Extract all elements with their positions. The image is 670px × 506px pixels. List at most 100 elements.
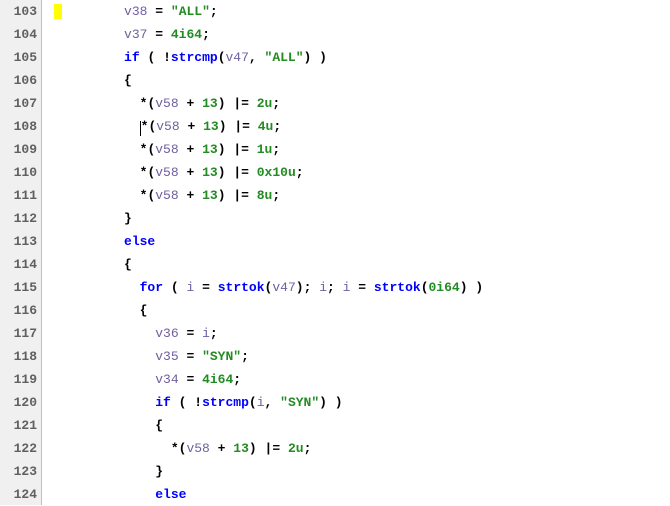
code-line[interactable]: v35 = "SYN"; — [46, 345, 670, 368]
token-sp — [249, 96, 257, 111]
line-number: 103 — [4, 0, 37, 23]
token-sp — [171, 395, 179, 410]
line-number: 121 — [4, 414, 37, 437]
line-number: 107 — [4, 92, 37, 115]
code-line[interactable]: *(v58 + 13) |= 0x10u; — [46, 161, 670, 184]
token-op: * — [171, 441, 179, 456]
line-number-gutter: 1031041051061071081091101111121131141151… — [0, 0, 42, 505]
token-sp — [249, 188, 257, 203]
code-line[interactable]: v36 = i; — [46, 322, 670, 345]
token-op: = — [155, 27, 163, 42]
line-number: 110 — [4, 161, 37, 184]
code-line[interactable]: else — [46, 483, 670, 505]
token-punct: ; — [241, 349, 249, 364]
token-str: "SYN" — [280, 395, 319, 410]
token-op: |= — [233, 142, 249, 157]
token-func: strcmp — [202, 395, 249, 410]
token-var: v38 — [124, 4, 147, 19]
token-sp — [280, 441, 288, 456]
token-punct: ) — [218, 142, 226, 157]
code-line[interactable]: if ( !strcmp(v47, "ALL") ) — [46, 46, 670, 69]
token-sp — [194, 165, 202, 180]
token-punct: ) — [319, 395, 327, 410]
token-punct: ; — [327, 280, 335, 295]
token-punct: ) — [218, 188, 226, 203]
code-line[interactable]: *(v58 + 13) |= 4u; — [46, 115, 670, 138]
token-str: "SYN" — [202, 349, 241, 364]
code-line[interactable]: { — [46, 253, 670, 276]
token-sp — [194, 326, 202, 341]
token-punct: ; — [233, 372, 241, 387]
token-sp — [210, 280, 218, 295]
code-line[interactable]: { — [46, 414, 670, 437]
line-number: 118 — [4, 345, 37, 368]
token-punct: ) — [475, 280, 483, 295]
code-area[interactable]: v38 = "ALL"; v37 = 4i64; if ( !strcmp(v4… — [42, 0, 670, 505]
token-op: = — [155, 4, 163, 19]
code-line[interactable]: } — [46, 207, 670, 230]
token-punct: ; — [304, 441, 312, 456]
token-num: 0i64 — [429, 280, 460, 295]
code-line[interactable]: if ( !strcmp(i, "SYN") ) — [46, 391, 670, 414]
token-sp — [163, 4, 171, 19]
token-num: 13 — [203, 119, 219, 134]
code-line[interactable]: *(v58 + 13) |= 2u; — [46, 437, 670, 460]
token-punct: , — [249, 50, 257, 65]
code-line[interactable]: { — [46, 69, 670, 92]
token-punct: ; — [210, 326, 218, 341]
token-op: ! — [194, 395, 202, 410]
token-var: i — [202, 326, 210, 341]
line-number: 115 — [4, 276, 37, 299]
token-op: = — [202, 280, 210, 295]
code-line[interactable]: } — [46, 460, 670, 483]
token-punct: { — [124, 257, 132, 272]
line-number: 119 — [4, 368, 37, 391]
code-line[interactable]: else — [46, 230, 670, 253]
token-var: v47 — [226, 50, 249, 65]
line-number: 120 — [4, 391, 37, 414]
token-sp — [366, 280, 374, 295]
token-sp — [257, 50, 265, 65]
token-num: 0x10u — [257, 165, 296, 180]
token-op: |= — [233, 96, 249, 111]
token-sp — [194, 188, 202, 203]
token-punct: ) — [249, 441, 257, 456]
token-num: 13 — [233, 441, 249, 456]
code-line[interactable]: { — [46, 299, 670, 322]
token-sp — [327, 395, 335, 410]
line-number: 117 — [4, 322, 37, 345]
line-number: 111 — [4, 184, 37, 207]
token-punct: { — [155, 418, 163, 433]
line-number: 109 — [4, 138, 37, 161]
code-line[interactable]: *(v58 + 13) |= 2u; — [46, 92, 670, 115]
token-op: |= — [265, 441, 281, 456]
line-number: 124 — [4, 483, 37, 506]
token-var: v58 — [186, 441, 209, 456]
line-number: 106 — [4, 69, 37, 92]
token-num: 13 — [202, 142, 218, 157]
token-num: 13 — [202, 188, 218, 203]
token-sp — [194, 372, 202, 387]
token-op: = — [358, 280, 366, 295]
token-punct: ) — [218, 96, 226, 111]
token-sp — [194, 142, 202, 157]
token-num: 4u — [258, 119, 274, 134]
token-op: |= — [234, 119, 250, 134]
token-num: 4i64 — [202, 372, 233, 387]
code-line[interactable]: v37 = 4i64; — [46, 23, 670, 46]
line-number: 108 — [4, 115, 37, 138]
code-line[interactable]: v38 = "ALL"; — [46, 0, 670, 23]
token-punct: { — [140, 303, 148, 318]
line-number: 105 — [4, 46, 37, 69]
token-var: v37 — [124, 27, 147, 42]
line-number: 123 — [4, 460, 37, 483]
token-punct: ) — [319, 50, 327, 65]
code-line[interactable]: v34 = 4i64; — [46, 368, 670, 391]
code-line[interactable]: *(v58 + 13) |= 1u; — [46, 138, 670, 161]
code-line[interactable]: for ( i = strtok(v47); i; i = strtok(0i6… — [46, 276, 670, 299]
token-op: ! — [163, 50, 171, 65]
code-editor[interactable]: 1031041051061071081091101111121131141151… — [0, 0, 670, 505]
token-sp — [155, 50, 163, 65]
token-punct: ) — [218, 165, 226, 180]
code-line[interactable]: *(v58 + 13) |= 8u; — [46, 184, 670, 207]
